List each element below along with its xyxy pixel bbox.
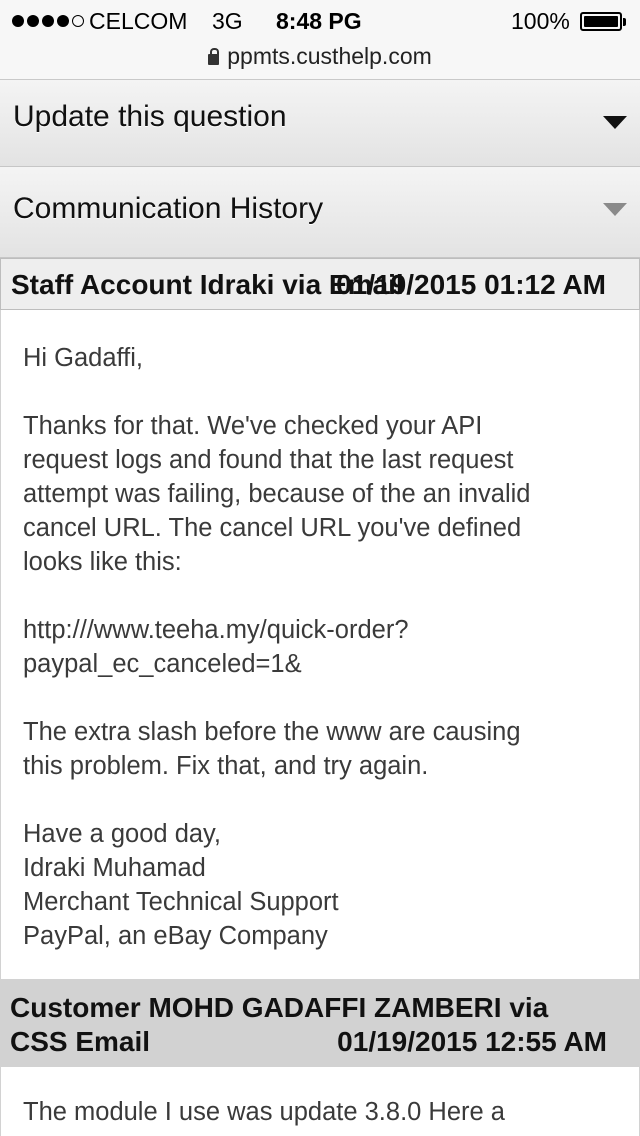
message-line: looks like this:	[23, 548, 182, 576]
network-type: 3G	[212, 8, 243, 34]
update-question-section[interactable]: Update this question	[0, 80, 640, 167]
thread-header-staff: Staff Account Idraki via Email 01/19/201…	[0, 258, 640, 310]
message-line: request logs and found that the last req…	[23, 446, 514, 474]
communication-history-section[interactable]: Communication History	[0, 167, 640, 258]
signature-line: PayPal, an eBay Company	[23, 922, 328, 950]
message-date: 01/19/2015 12:55 AM	[337, 1026, 607, 1057]
signal-strength-icon	[12, 15, 84, 27]
signature-line: Merchant Technical Support	[23, 888, 339, 916]
message-date: 01/19/2015 01:12 AM	[336, 269, 606, 300]
thread-header-customer: Customer MOHD GADAFFI ZAMBERI via CSS Em…	[0, 979, 640, 1067]
message-line: attempt was failing, because of the an i…	[23, 480, 531, 508]
message-greeting: Hi Gadaffi,	[23, 344, 144, 372]
message-line: The module I use was update 3.8.0 Here a	[23, 1098, 505, 1126]
message-url-line: paypal_ec_canceled=1&	[23, 650, 302, 678]
communication-history-title: Communication History	[13, 192, 324, 225]
message-line: The extra slash before the www are causi…	[23, 718, 521, 746]
carrier-name: CELCOM	[89, 8, 188, 34]
message-author: Customer MOHD GADAFFI ZAMBERI via	[10, 992, 549, 1023]
message-line: this problem. Fix that, and try again.	[23, 752, 429, 780]
message-line: Thanks for that. We've checked your API	[23, 412, 483, 440]
message-author-continued: CSS Email	[10, 1026, 151, 1057]
battery-icon	[580, 12, 622, 31]
update-question-title: Update this question	[13, 100, 287, 133]
chevron-down-icon	[603, 116, 627, 129]
status-bar: CELCOM 3G 8:48 PG 100% ppmts.custhelp.co…	[0, 0, 640, 80]
url-text: ppmts.custhelp.com	[227, 43, 432, 69]
signature-line: Idraki Muhamad	[23, 854, 206, 882]
signature-line: Have a good day,	[23, 820, 221, 848]
message-url-line: http:///www.teeha.my/quick-order?	[23, 616, 409, 644]
clock: 8:48 PG	[276, 8, 362, 34]
chevron-down-icon	[603, 203, 627, 216]
battery-percentage: 100%	[511, 8, 570, 34]
message-body-staff: Hi Gadaffi, Thanks for that. We've check…	[0, 310, 640, 979]
message-body-customer: The module I use was update 3.8.0 Here a	[0, 1067, 640, 1136]
lock-icon	[208, 48, 220, 65]
message-line: cancel URL. The cancel URL you've define…	[23, 514, 522, 542]
address-bar[interactable]: ppmts.custhelp.com	[0, 40, 640, 72]
